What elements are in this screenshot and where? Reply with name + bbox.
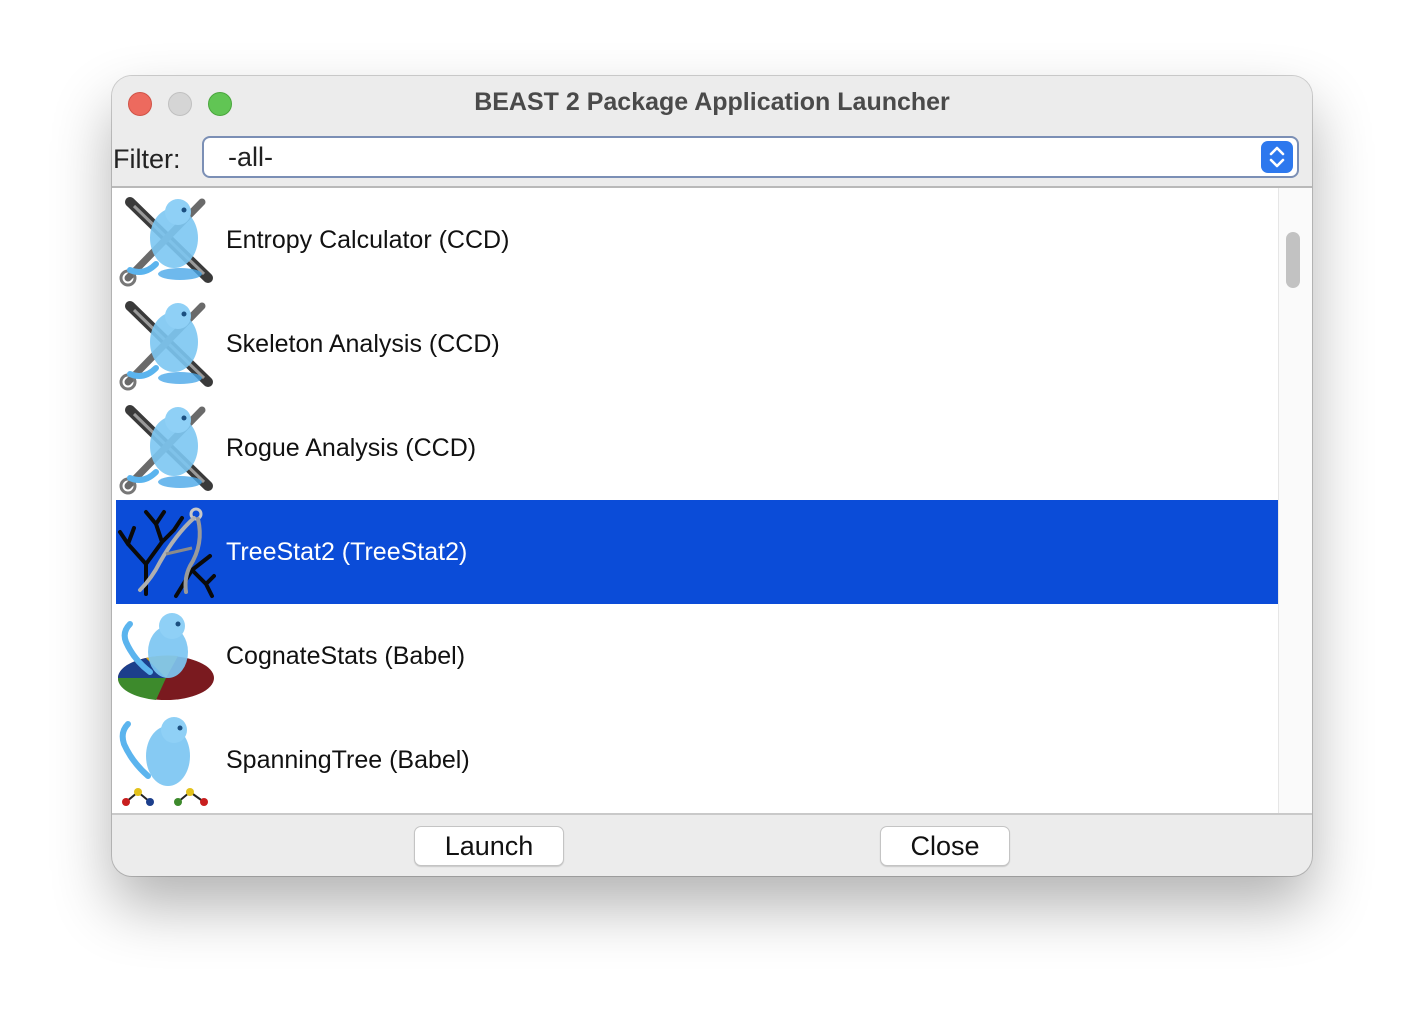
list-item-skeleton-analysis[interactable]: Skeleton Analysis (CCD) <box>116 292 1278 396</box>
list-item-label: CognateStats (Babel) <box>226 642 466 670</box>
close-button[interactable]: Close <box>880 826 1010 866</box>
launcher-window: BEAST 2 Package Application Launcher Fil… <box>112 76 1312 876</box>
beast-tools-icon <box>116 296 216 392</box>
list-item-label: SpanningTree (Babel) <box>226 746 470 774</box>
list-item-treestat2[interactable]: TreeStat2 (TreeStat2) <box>116 500 1278 604</box>
filter-select[interactable]: -all- <box>202 136 1299 178</box>
launch-button[interactable]: Launch <box>414 826 564 866</box>
list-scrollbar[interactable] <box>1278 188 1312 813</box>
beast-pie-chart-icon <box>116 608 216 704</box>
list-item-label: Rogue Analysis (CCD) <box>226 434 477 462</box>
beast-tools-icon <box>116 400 216 496</box>
select-chevrons-icon[interactable] <box>1261 141 1293 173</box>
list-item-cognatestats[interactable]: CognateStats (Babel) <box>116 604 1278 708</box>
app-list[interactable]: Entropy Calculator (CCD) Skeleton Analys… <box>112 186 1312 815</box>
filter-row: Filter: -all- <box>112 132 1312 186</box>
filter-label: Filter: <box>113 144 181 174</box>
list-item-spanningtree[interactable]: SpanningTree (Babel) <box>116 708 1278 812</box>
list-item-rogue-analysis[interactable]: Rogue Analysis (CCD) <box>116 396 1278 500</box>
title-bar: BEAST 2 Package Application Launcher <box>112 76 1312 132</box>
scrollbar-thumb[interactable] <box>1286 232 1300 288</box>
list-item-label: Entropy Calculator (CCD) <box>226 226 510 254</box>
list-item-label: TreeStat2 (TreeStat2) <box>226 538 468 566</box>
beast-network-icon <box>116 712 216 808</box>
list-item-entropy-calculator[interactable]: Entropy Calculator (CCD) <box>116 188 1278 292</box>
tree-calipers-icon <box>116 504 216 600</box>
filter-selected-value: -all- <box>228 142 273 172</box>
list-item-label: Skeleton Analysis (CCD) <box>226 330 500 358</box>
window-title: BEAST 2 Package Application Launcher <box>474 88 950 116</box>
beast-tools-icon <box>116 192 216 288</box>
